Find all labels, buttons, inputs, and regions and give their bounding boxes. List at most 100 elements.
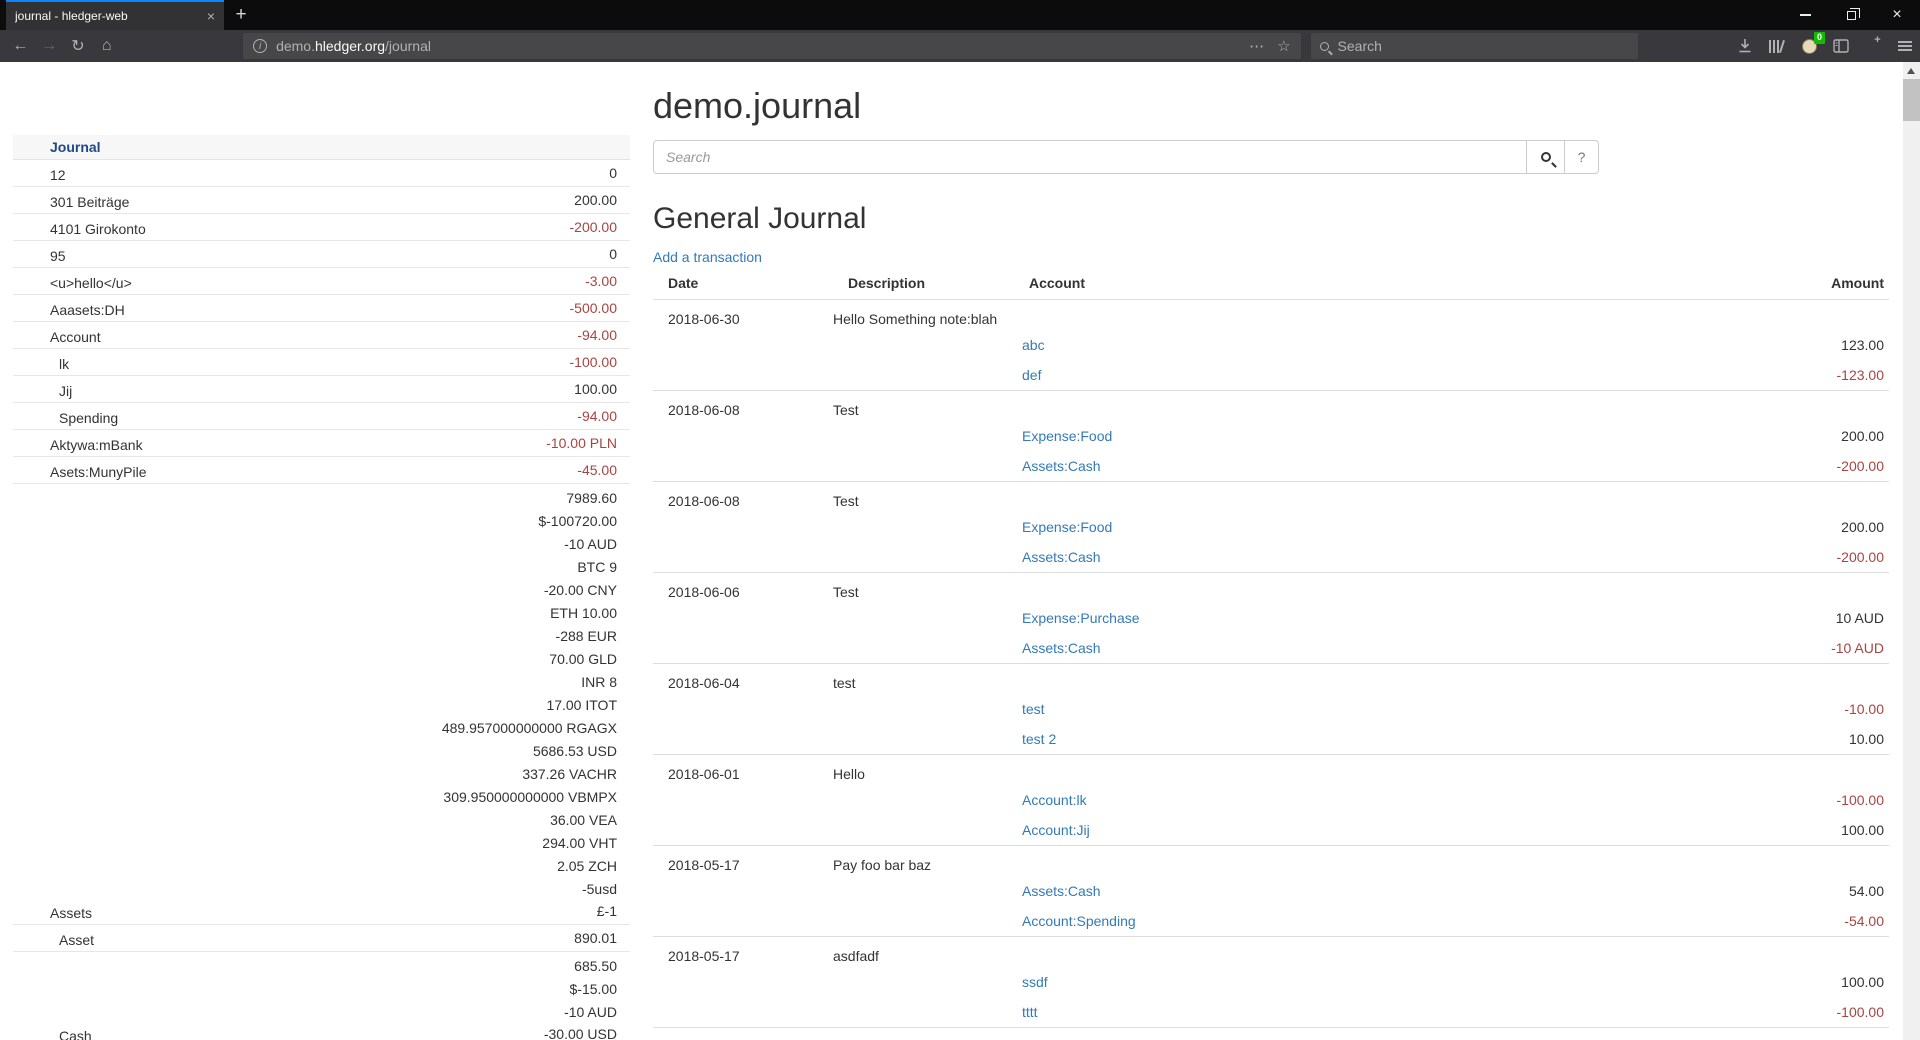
browser-tab[interactable]: journal - hledger-web ×: [6, 0, 224, 30]
sidebar-account-row: Assets7989.60$-100720.00-10 AUDBTC 9-20.…: [13, 484, 630, 925]
posting-account-link[interactable]: Account:Spending: [1022, 913, 1136, 929]
account-name[interactable]: Cash: [13, 1028, 544, 1040]
posting-account-link[interactable]: Expense:Purchase: [1022, 610, 1140, 626]
account-name[interactable]: 12: [13, 167, 609, 183]
account-name[interactable]: <u>hello</u>: [13, 275, 585, 291]
download-icon[interactable]: [1736, 37, 1754, 55]
account-name[interactable]: 4101 Girokonto: [13, 221, 570, 237]
account-name[interactable]: Aktywa:mBank: [13, 437, 546, 453]
home-button[interactable]: ⌂: [92, 33, 121, 59]
window-minimize-button[interactable]: [1782, 0, 1828, 30]
posting-account-link[interactable]: Assets:Cash: [1022, 640, 1101, 656]
sidebar-toggle-icon[interactable]: [1832, 37, 1850, 55]
empty-cell: [1014, 937, 1514, 968]
transaction-description: Pay foo bar baz: [833, 846, 1014, 877]
header-amount: Amount: [1514, 275, 1889, 300]
account-name[interactable]: lk: [13, 356, 570, 372]
account-name[interactable]: Aaasets:DH: [13, 302, 570, 318]
empty-cell: [833, 997, 1014, 1028]
empty-cell: [1014, 755, 1514, 786]
scrollbar-up-arrow[interactable]: [1907, 68, 1915, 74]
posting-account-link[interactable]: Account:lk: [1022, 792, 1087, 808]
transaction-title-row[interactable]: 2018-05-17Pay foo bar baz: [653, 846, 1889, 877]
account-name[interactable]: Account: [13, 329, 577, 345]
posting-account-link[interactable]: Assets:Cash: [1022, 458, 1101, 474]
posting-account-link[interactable]: Assets:Cash: [1022, 883, 1101, 899]
transaction-title-row[interactable]: 2018-06-08Test: [653, 482, 1889, 513]
account-balance: -100.00: [570, 352, 617, 372]
account-name[interactable]: Asets:MunyPile: [13, 464, 577, 480]
sidebar-account-row: Jij100.00: [13, 376, 630, 403]
balance-amount: -10 AUD: [544, 1001, 617, 1024]
account-name[interactable]: 301 Beiträge: [13, 194, 574, 210]
transaction-title-row[interactable]: 2018-06-06Test: [653, 573, 1889, 604]
new-tab-button[interactable]: +: [224, 0, 258, 30]
transaction-title-row[interactable]: 2018-06-08Test: [653, 391, 1889, 422]
journal-table-header-row: Date Description Account Amount: [653, 275, 1889, 300]
posting-account-link[interactable]: ssdf: [1022, 974, 1048, 990]
posting-amount: -200.00: [1514, 542, 1889, 573]
menu-icon[interactable]: [1896, 37, 1914, 55]
transaction-title-row[interactable]: 2018-06-04test: [653, 664, 1889, 695]
posting-account-link[interactable]: Assets:Cash: [1022, 549, 1101, 565]
account-name[interactable]: Asset: [13, 932, 574, 948]
empty-cell: [1014, 482, 1514, 513]
window-restore-button[interactable]: [1828, 0, 1874, 30]
back-button[interactable]: ←: [6, 33, 35, 59]
search-input[interactable]: [653, 140, 1527, 174]
page-actions-icon[interactable]: ⋯: [1249, 37, 1265, 55]
pocket-grid-icon[interactable]: +: [1864, 37, 1882, 55]
posting-account-link[interactable]: tttt: [1022, 1004, 1038, 1020]
search-button[interactable]: [1526, 140, 1565, 174]
account-name[interactable]: Jij: [13, 383, 574, 399]
empty-cell: [833, 451, 1014, 482]
page-scrollbar[interactable]: [1903, 62, 1920, 1040]
browser-search-box[interactable]: Search: [1311, 33, 1638, 59]
search-help-button[interactable]: ?: [1564, 140, 1599, 174]
sidebar-header: Journal: [13, 135, 630, 160]
bookmark-star-icon[interactable]: ☆: [1277, 37, 1290, 55]
forward-button[interactable]: →: [35, 33, 64, 59]
posting-row: Expense:Food200.00: [653, 512, 1889, 542]
balance-amount: -3.00: [585, 271, 617, 291]
posting-amount: 10 AUD: [1514, 603, 1889, 633]
scrollbar-thumb[interactable]: [1903, 79, 1920, 121]
site-info-icon[interactable]: i: [253, 39, 267, 53]
balance-amount: $-100720.00: [442, 510, 617, 533]
account-balance: -94.00: [577, 406, 617, 426]
extension-icon[interactable]: 0: [1800, 37, 1818, 55]
reload-button[interactable]: ↻: [64, 33, 93, 59]
url-bar[interactable]: i demo.hledger.org/journal ⋯ ☆: [243, 33, 1300, 59]
account-name[interactable]: Assets: [13, 905, 442, 921]
library-icon[interactable]: [1768, 37, 1786, 55]
posting-account-link[interactable]: test 2: [1022, 731, 1056, 747]
transaction-title-row[interactable]: 2018-05-17Test: [653, 1028, 1889, 1040]
sidebar-account-row: lk-100.00: [13, 349, 630, 376]
posting-amount: -100.00: [1514, 997, 1889, 1028]
posting-account-cell: def: [1014, 360, 1514, 391]
posting-row: Expense:Purchase 10 AUD: [653, 603, 1889, 633]
posting-account-link[interactable]: test: [1022, 701, 1045, 717]
empty-cell: [833, 694, 1014, 724]
add-transaction-link[interactable]: Add a transaction: [653, 249, 762, 265]
posting-account-link[interactable]: Expense:Food: [1022, 519, 1112, 535]
posting-row: abc123.00: [653, 330, 1889, 360]
posting-account-link[interactable]: abc: [1022, 337, 1045, 353]
empty-cell: [1014, 573, 1514, 604]
sidebar-account-row: Aaasets:DH-500.00: [13, 295, 630, 322]
browser-toolbar: ← → ↻ ⌂ i demo.hledger.org/journal ⋯ ☆ S…: [0, 30, 1920, 62]
posting-account-link[interactable]: Account:Jij: [1022, 822, 1090, 838]
transaction-title-row[interactable]: 2018-05-17asdfadf: [653, 937, 1889, 968]
transaction-title-row[interactable]: 2018-06-30Hello Something note:blah: [653, 300, 1889, 331]
journal-link[interactable]: Journal: [50, 139, 101, 155]
account-name[interactable]: Spending: [13, 410, 577, 426]
tab-close-icon[interactable]: ×: [207, 9, 215, 23]
transaction-title-row[interactable]: 2018-06-01Hello: [653, 755, 1889, 786]
posting-row: def-123.00: [653, 360, 1889, 391]
posting-account-link[interactable]: Expense:Food: [1022, 428, 1112, 444]
posting-account-link[interactable]: def: [1022, 367, 1041, 383]
account-name[interactable]: 95: [13, 248, 609, 264]
window-close-button[interactable]: ×: [1874, 0, 1920, 30]
empty-cell: [833, 724, 1014, 755]
transaction-date: 2018-05-17: [653, 846, 833, 877]
